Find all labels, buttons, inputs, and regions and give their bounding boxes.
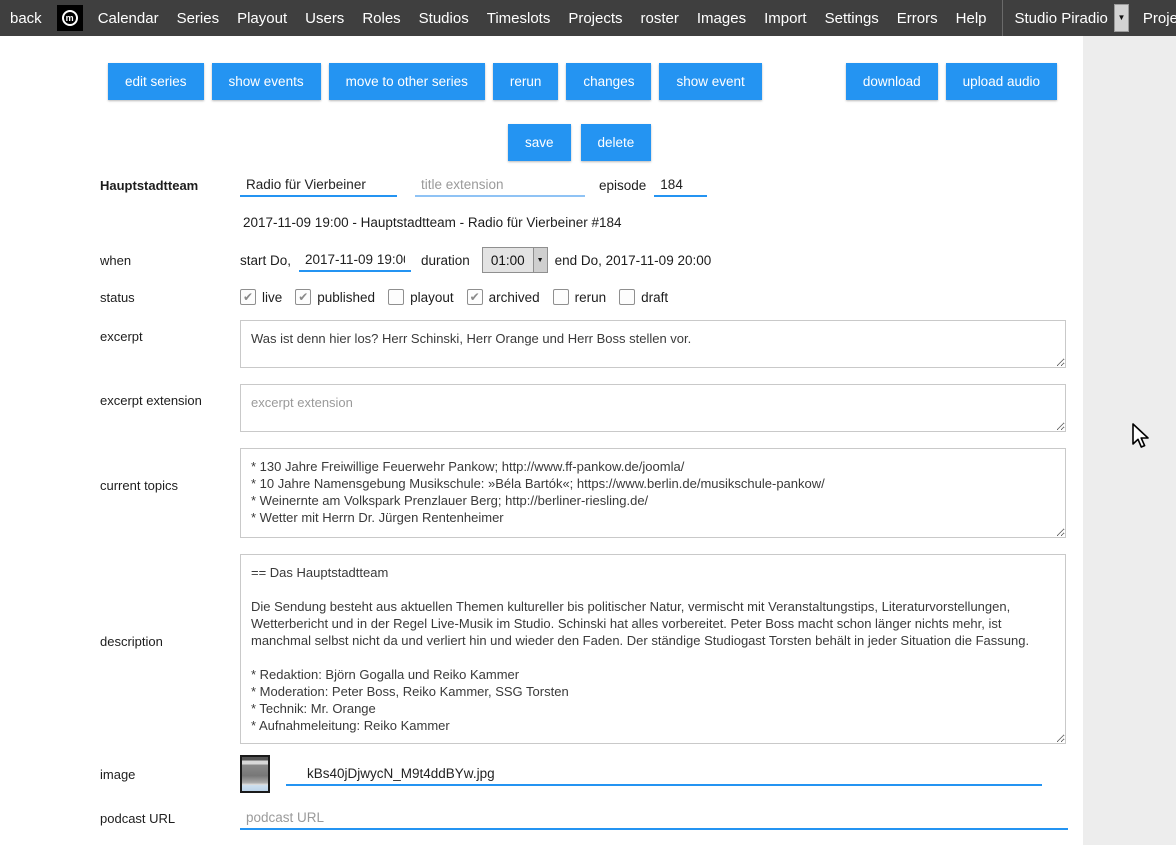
current-topics-row: current topics * 130 Jahre Freiwillige F… [0,432,1083,538]
episode-editor-page: edit series show events move to other se… [0,36,1083,845]
description-textarea[interactable]: == Das Hauptstadtteam Die Sendung besteh… [240,554,1066,744]
mouse-cursor [1131,423,1150,457]
move-to-other-series-button[interactable]: move to other series [329,63,485,100]
current-topics-textarea[interactable]: * 130 Jahre Freiwillige Feuerwehr Pankow… [240,448,1066,538]
checkbox-label: archived [489,290,540,305]
excerpt-row: excerpt Was ist denn hier los? Herr Schi… [0,305,1083,368]
duration-select[interactable]: 01:00 ▼ [482,247,548,273]
excerpt-extension-row: excerpt extension [0,368,1083,432]
nav-item-import[interactable]: Import [755,10,816,27]
podcast-url-label: podcast URL [100,811,240,826]
nav-separator [1002,0,1003,36]
piradio-logo-icon[interactable]: m [57,5,83,31]
nav-item-settings[interactable]: Settings [816,10,888,27]
project-select-value: Project 88vier [1139,10,1176,27]
logo-ring: m [62,10,78,26]
checkbox-icon[interactable] [240,289,256,305]
top-nav: back m Calendar Series Playout Users Rol… [0,0,1176,36]
checkbox-icon[interactable] [619,289,635,305]
current-topics-label: current topics [100,478,240,493]
nav-item-roster[interactable]: roster [632,10,688,27]
image-filename-input[interactable] [286,762,1042,786]
nav-item-timeslots[interactable]: Timeslots [478,10,560,27]
nav-item-back[interactable]: back [8,10,51,27]
checkbox-icon[interactable] [553,289,569,305]
episode-image-thumbnail[interactable] [240,755,270,793]
checkbox-label: live [262,290,282,305]
episode-number-input[interactable] [654,173,707,197]
episode-title-input[interactable] [240,173,397,197]
show-event-button[interactable]: show event [659,63,761,100]
checkbox-label: playout [410,290,454,305]
status-checkbox-archived[interactable]: archived [467,289,540,305]
description-label: description [100,634,240,649]
edit-series-button[interactable]: edit series [108,63,204,100]
status-checkbox-playout[interactable]: playout [388,289,454,305]
studio-select-value: Studio Piradio [1011,10,1114,27]
project-select[interactable]: Project 88vier ▼ [1139,4,1176,32]
nav-item-projects[interactable]: Projects [559,10,631,27]
delete-button[interactable]: delete [581,124,652,161]
status-checkbox-published[interactable]: published [295,289,375,305]
checkbox-icon[interactable] [295,289,311,305]
podcast-url-input[interactable] [240,806,1068,830]
checkbox-label: rerun [575,290,607,305]
nav-item-playout[interactable]: Playout [228,10,296,27]
nav-item-errors[interactable]: Errors [888,10,947,27]
studio-select[interactable]: Studio Piradio ▼ [1011,4,1129,32]
nav-item-users[interactable]: Users [296,10,353,27]
duration-select-arrow[interactable]: ▼ [533,248,547,272]
upload-audio-button[interactable]: upload audio [946,63,1057,100]
nav-item-images[interactable]: Images [688,10,755,27]
podcast-url-row: podcast URL [0,806,1083,830]
toolbar-row-center: save delete [0,100,1083,161]
checkbox-label: published [317,290,375,305]
nav-item-studios[interactable]: Studios [410,10,478,27]
status-label: status [100,290,240,305]
title-extension-input[interactable] [415,173,585,197]
status-row: status live published playout archived r… [0,289,1083,305]
image-label: image [100,767,240,782]
excerpt-extension-label: excerpt extension [100,393,240,408]
rerun-button[interactable]: rerun [493,63,559,100]
download-button[interactable]: download [846,63,938,100]
studio-select-arrow[interactable]: ▼ [1114,4,1129,32]
episode-label: episode [599,178,646,193]
description-row: description == Das Hauptstadtteam Die Se… [0,538,1083,744]
toolbar-row-top: edit series show events move to other se… [0,36,1083,100]
episode-summary-text: 2017-11-09 19:00 - Hauptstadtteam - Radi… [240,215,622,230]
status-checkbox-rerun[interactable]: rerun [553,289,607,305]
summary-row: 2017-11-09 19:00 - Hauptstadtteam - Radi… [0,215,1083,230]
excerpt-extension-textarea[interactable] [240,384,1066,432]
nav-item-help[interactable]: Help [947,10,996,27]
chevron-down-icon: ▼ [1117,14,1125,22]
series-name-label: Hauptstadtteam [100,178,240,193]
excerpt-label: excerpt [100,329,240,344]
when-row: when start Do, duration 01:00 ▼ end Do, … [0,247,1083,273]
checkbox-icon[interactable] [388,289,404,305]
when-label: when [100,253,240,268]
nav-item-calendar[interactable]: Calendar [89,10,168,27]
start-day-label: start Do, [240,253,291,268]
excerpt-textarea[interactable]: Was ist denn hier los? Herr Schinski, He… [240,320,1066,368]
image-row: image [0,755,1083,793]
duration-select-value: 01:00 [483,253,533,268]
chevron-down-icon: ▼ [537,257,544,264]
start-datetime-input[interactable] [299,248,411,272]
nav-item-series[interactable]: Series [168,10,229,27]
status-checkbox-live[interactable]: live [240,289,282,305]
title-row: Hauptstadtteam episode [0,173,1083,197]
show-events-button[interactable]: show events [212,63,321,100]
checkbox-icon[interactable] [467,289,483,305]
checkbox-label: draft [641,290,668,305]
changes-button[interactable]: changes [566,63,651,100]
save-button[interactable]: save [508,124,571,161]
status-checkbox-draft[interactable]: draft [619,289,668,305]
end-datetime-label: end Do, 2017-11-09 20:00 [555,253,712,268]
nav-item-roles[interactable]: Roles [353,10,409,27]
duration-label: duration [421,253,470,268]
